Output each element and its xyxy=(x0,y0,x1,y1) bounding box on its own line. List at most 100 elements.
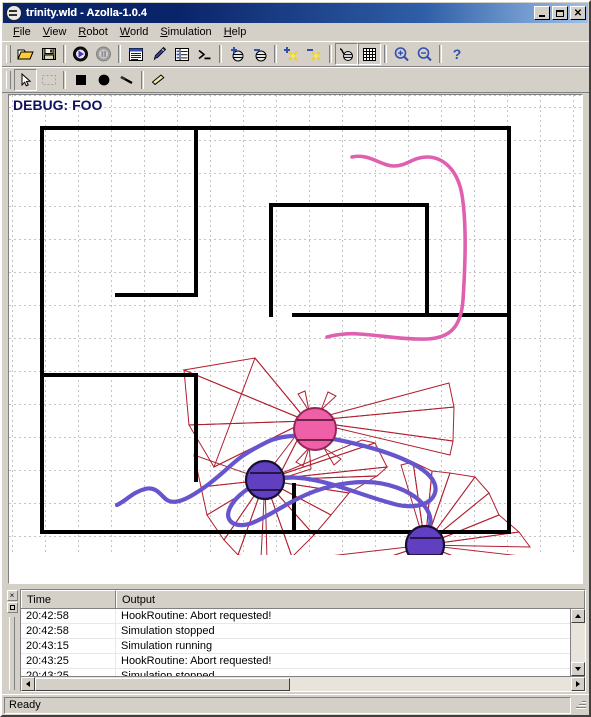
menu-item-view[interactable]: View xyxy=(37,25,73,39)
column-header-output[interactable]: Output xyxy=(116,590,585,608)
cell-output: Simulation stopped xyxy=(121,670,215,676)
menu-robot-rest: obot xyxy=(86,25,108,38)
cell-time: 20:42:58 xyxy=(21,609,116,623)
menu-item-world[interactable]: World xyxy=(114,25,155,39)
line-tool-icon[interactable] xyxy=(115,69,138,91)
dock-grip[interactable] xyxy=(9,617,15,690)
hscroll-thumb[interactable] xyxy=(35,677,290,691)
menu-item-file[interactable]: File xyxy=(7,25,37,39)
toolbar-separator xyxy=(329,45,332,63)
table-row[interactable]: 20:42:58 HookRoutine: Abort requested! xyxy=(21,609,585,624)
toolbar-separator xyxy=(118,45,121,63)
log-rows[interactable]: 20:42:58 HookRoutine: Abort requested! 2… xyxy=(21,609,585,676)
dock-handle: × xyxy=(4,589,20,692)
resize-grip[interactable] xyxy=(573,698,587,712)
close-button[interactable]: ✕ xyxy=(570,6,586,20)
help-icon[interactable]: ? xyxy=(445,43,468,65)
toolbar-grip[interactable] xyxy=(6,45,11,63)
output-log-panel: Time Output 20:42:58 HookRoutine: Abort … xyxy=(20,589,586,692)
scroll-right-button[interactable] xyxy=(571,677,585,691)
play-simulation-icon[interactable] xyxy=(69,43,92,65)
scroll-down-button[interactable] xyxy=(571,662,585,676)
scroll-up-button[interactable] xyxy=(571,609,585,623)
toolbar-separator xyxy=(63,45,66,63)
minimize-button[interactable] xyxy=(534,6,550,20)
toolbar-separator xyxy=(63,71,66,89)
cell-output: Simulation stopped xyxy=(121,625,215,637)
robot-pink xyxy=(293,407,337,451)
table-row[interactable]: 20:42:58 Simulation stopped xyxy=(21,624,585,639)
toolbar-grip[interactable] xyxy=(6,71,11,89)
main-window: trinity.wld - Azolla-1.0.4 ✕ File View R… xyxy=(0,0,591,717)
debug-label: DEBUG: FOO xyxy=(13,97,103,113)
marquee-select-icon[interactable] xyxy=(37,69,60,91)
log-horizontal-scrollbar[interactable] xyxy=(21,676,585,691)
cell-time: 20:43:25 xyxy=(21,654,116,668)
toolbar-separator xyxy=(384,45,387,63)
add-robot-icon[interactable] xyxy=(225,43,248,65)
cell-time: 20:43:25 xyxy=(21,669,116,676)
azolla-app-icon xyxy=(6,5,22,21)
table-row[interactable]: 20:43:15 Simulation running xyxy=(21,639,585,654)
select-arrow-icon[interactable] xyxy=(14,69,37,91)
draw-toolbar xyxy=(2,67,589,93)
output-log-dock: × Time Output 20:42:58 HookRoutine: Abor… xyxy=(2,586,589,694)
robot-purple-1 xyxy=(244,459,286,501)
chevron-left-icon xyxy=(26,681,30,687)
open-icon[interactable] xyxy=(14,43,37,65)
column-header-time[interactable]: Time xyxy=(21,590,116,608)
menu-item-simulation[interactable]: Simulation xyxy=(154,25,217,39)
table-row[interactable]: 20:43:25 HookRoutine: Abort requested! xyxy=(21,654,585,669)
toolbar-separator xyxy=(219,45,222,63)
log-vertical-scrollbar[interactable] xyxy=(570,609,585,676)
restore-icon xyxy=(9,605,15,610)
maximize-button[interactable] xyxy=(552,6,568,20)
robot-trails xyxy=(114,154,467,534)
remove-robot-icon[interactable] xyxy=(248,43,271,65)
dock-restore-button[interactable] xyxy=(6,602,18,613)
list-icon[interactable] xyxy=(170,43,193,65)
menu-item-robot[interactable]: Robot xyxy=(72,25,113,39)
add-light-icon[interactable] xyxy=(280,43,303,65)
trail-pink xyxy=(325,154,467,341)
robot-purple-2 xyxy=(404,524,446,555)
pause-simulation-icon[interactable] xyxy=(92,43,115,65)
toolbar-separator xyxy=(274,45,277,63)
menu-bar: File View Robot World Simulation Help xyxy=(2,23,589,41)
eraser-tool-icon[interactable] xyxy=(147,69,170,91)
window-title: trinity.wld - Azolla-1.0.4 xyxy=(26,7,148,19)
show-trail-icon[interactable] xyxy=(335,43,358,65)
properties-icon[interactable] xyxy=(124,43,147,65)
scroll-left-button[interactable] xyxy=(21,677,35,691)
title-bar[interactable]: trinity.wld - Azolla-1.0.4 ✕ xyxy=(3,3,588,23)
menu-help-rest: elp xyxy=(231,25,247,38)
menu-world-rest: orld xyxy=(129,25,149,38)
cell-output: HookRoutine: Abort requested! xyxy=(121,610,272,622)
cell-time: 20:43:15 xyxy=(21,639,116,653)
remove-light-icon[interactable] xyxy=(303,43,326,65)
rectangle-tool-icon[interactable] xyxy=(69,69,92,91)
toolbar-separator xyxy=(439,45,442,63)
chevron-up-icon xyxy=(575,614,581,618)
save-icon[interactable] xyxy=(37,43,60,65)
dock-close-button[interactable]: × xyxy=(6,590,18,601)
cell-output: HookRoutine: Abort requested! xyxy=(121,655,272,667)
window-controls: ✕ xyxy=(534,6,586,20)
status-text: Ready xyxy=(4,696,571,714)
world-canvas[interactable]: DEBUG: FOO xyxy=(8,94,583,584)
toolbar-separator xyxy=(141,71,144,89)
toggle-grid-icon[interactable] xyxy=(358,43,381,65)
menu-view-rest: iew xyxy=(49,25,67,38)
table-row[interactable]: 20:43:25 Simulation stopped xyxy=(21,669,585,676)
main-toolbar: ? xyxy=(2,41,589,67)
zoom-in-icon[interactable] xyxy=(390,43,413,65)
circle-tool-icon[interactable] xyxy=(92,69,115,91)
cell-output: Simulation running xyxy=(121,640,213,652)
menu-item-help[interactable]: Help xyxy=(218,25,253,39)
world-drawing xyxy=(9,95,582,555)
close-icon: × xyxy=(9,590,15,600)
menu-file-rest: ile xyxy=(19,25,31,38)
console-icon[interactable] xyxy=(193,43,216,65)
pen-icon[interactable] xyxy=(147,43,170,65)
zoom-out-icon[interactable] xyxy=(413,43,436,65)
